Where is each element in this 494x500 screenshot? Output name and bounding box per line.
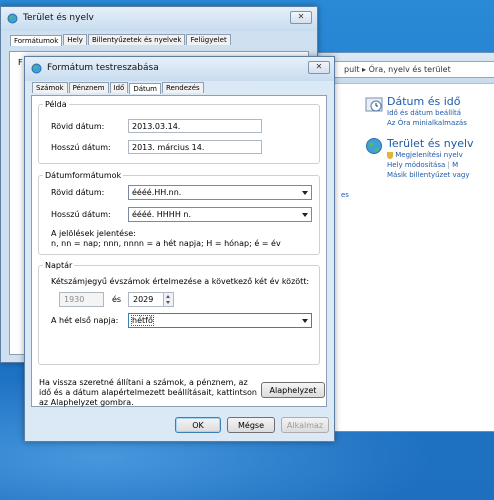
- region-dialog-tabs: Formátumok Hely Billentyűzetek és nyelve…: [10, 34, 232, 46]
- two-digit-year-text: Kétszámjegyű évszámok értelmezése a köve…: [51, 277, 310, 286]
- year-from-value: 1930: [64, 295, 85, 304]
- datetime-link-2[interactable]: Az Óra minialkalmazás: [387, 118, 467, 128]
- chevron-down-icon: [302, 213, 308, 217]
- region-dialog-close-button[interactable]: ✕: [290, 11, 312, 24]
- year-to-value: 2029: [133, 295, 154, 304]
- long-date-format-label: Hosszú dátum:: [51, 210, 111, 219]
- customize-dialog-close-button[interactable]: ✕: [308, 61, 330, 74]
- calendar-legend: Naptár: [45, 261, 73, 270]
- year-from-field: 1930: [59, 292, 104, 307]
- tab-keyboards[interactable]: Billentyűzetek és nyelvek: [87, 34, 186, 45]
- short-date-format-value: éééé.HH.nn.: [132, 188, 182, 197]
- globe-icon: [366, 138, 382, 154]
- globe-icon: [7, 13, 18, 24]
- customize-dialog-tabs: Számok Pénznem Idő Dátum Rendezés: [32, 82, 205, 94]
- region-dialog-titlebar: Terület és nyelv ✕: [1, 7, 317, 31]
- tab-currency[interactable]: Pénznem: [68, 82, 109, 93]
- region-link-3[interactable]: Másik billentyűzet vagy: [387, 170, 474, 180]
- customize-dialog-title: Formátum testreszabása: [47, 63, 159, 73]
- cancel-button[interactable]: Mégse: [227, 417, 275, 433]
- clock-icon: [365, 97, 383, 112]
- short-date-format-label: Rövid dátum:: [51, 188, 105, 197]
- long-date-format-value: éééé. HHHH n.: [132, 210, 191, 219]
- reset-explanation: Ha vissza szeretné állítani a számok, a …: [39, 378, 257, 407]
- region-section: Terület és nyelv Megjelenítési nyelv Hel…: [366, 137, 474, 180]
- tab-formats[interactable]: Formátumok: [10, 35, 63, 46]
- first-day-combo[interactable]: hétfő: [128, 313, 312, 328]
- region-dialog-title: Terület és nyelv: [23, 13, 94, 23]
- tab-numbers[interactable]: Számok: [32, 82, 68, 93]
- tab-location[interactable]: Hely: [63, 34, 87, 45]
- first-day-label: A hét első napja:: [51, 316, 119, 325]
- notation-text: n, nn = nap; nnn, nnnn = a hét napja; H …: [51, 239, 281, 248]
- region-link-1[interactable]: Megjelenítési nyelv: [387, 150, 474, 160]
- region-title[interactable]: Terület és nyelv: [387, 137, 474, 150]
- region-link-2: Hely módosítása | M: [387, 161, 459, 169]
- spin-arrows-icon[interactable]: [163, 293, 173, 306]
- example-long-label: Hosszú dátum:: [51, 143, 111, 152]
- notation-title: A jelölések jelentése:: [51, 229, 136, 238]
- shield-icon: [387, 151, 393, 159]
- customize-dialog-titlebar: Formátum testreszabása ✕: [25, 57, 334, 81]
- region-link-1-label: Megjelenítési nyelv: [395, 151, 463, 159]
- ok-button[interactable]: OK: [175, 417, 221, 433]
- example-short-value: 2013.03.14.: [128, 119, 262, 133]
- body-fragment: F: [18, 58, 23, 67]
- region-link-2b[interactable]: M: [452, 161, 458, 169]
- tab-date[interactable]: Dátum: [129, 83, 161, 94]
- date-tab-panel: Példa Rövid dátum: 2013.03.14. Hosszú dá…: [31, 95, 327, 407]
- tab-sorting[interactable]: Rendezés: [162, 82, 204, 93]
- example-long-value: 2013. március 14.: [128, 140, 262, 154]
- datetime-title[interactable]: Dátum és idő: [387, 95, 467, 108]
- address-path: pult ▸ Óra, nyelv és terület: [344, 65, 451, 74]
- first-day-value: hétfő: [131, 315, 154, 326]
- year-to-spinner[interactable]: 2029: [128, 292, 174, 307]
- short-date-format-combo[interactable]: éééé.HH.nn.: [128, 185, 312, 200]
- tab-administrative[interactable]: Felügyelet: [186, 34, 231, 45]
- long-date-format-combo[interactable]: éééé. HHHH n.: [128, 207, 312, 222]
- tab-time[interactable]: Idő: [109, 82, 129, 93]
- left-fragment: es: [341, 191, 349, 199]
- example-short-label: Rövid dátum:: [51, 122, 105, 131]
- chevron-down-icon: [302, 191, 308, 195]
- reset-button[interactable]: Alaphelyzet: [261, 382, 325, 398]
- chevron-down-icon: [302, 319, 308, 323]
- datetime-section: Dátum és idő Idő és dátum beállítá Az Ór…: [365, 95, 467, 128]
- globe-icon: [31, 63, 42, 74]
- datetime-link-1[interactable]: Idő és dátum beállítá: [387, 108, 467, 118]
- date-formats-legend: Dátumformátumok: [45, 171, 122, 180]
- and-label: és: [112, 295, 122, 304]
- apply-button[interactable]: Alkalmaz: [281, 417, 329, 433]
- example-legend: Példa: [45, 100, 67, 109]
- customize-format-dialog: Formátum testreszabása ✕ Számok Pénznem …: [24, 56, 335, 442]
- change-location-link[interactable]: Hely módosítása: [387, 161, 445, 169]
